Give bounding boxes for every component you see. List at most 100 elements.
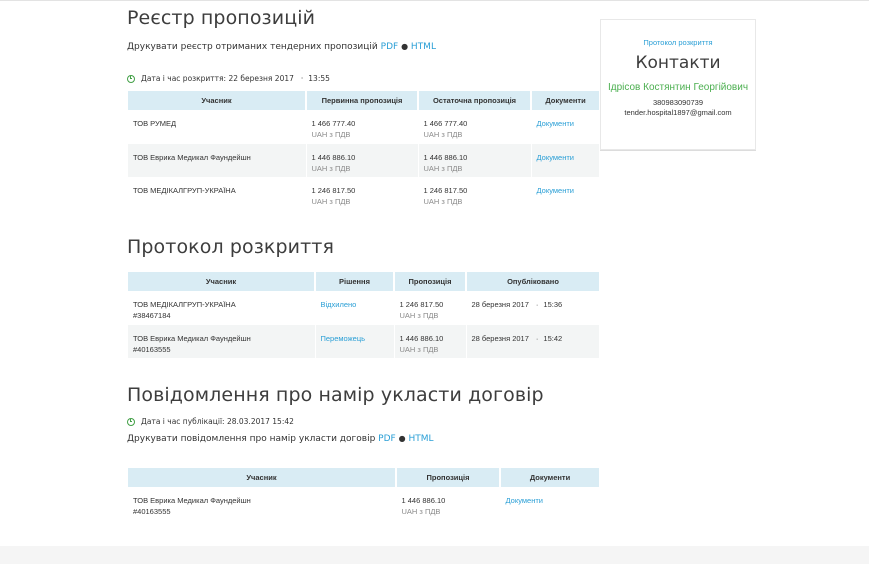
participant-cell: ТОВ Еврика Медикал Фаундейшн #40163555 xyxy=(128,325,316,358)
offer-amount: 1 446 886.10 xyxy=(399,334,444,343)
participant-id: #40163555 xyxy=(133,507,171,516)
column-header: Первинна пропозиція xyxy=(306,91,419,110)
table-header-row: Учасник Рішення Пропозиція Опубліковано xyxy=(128,272,599,291)
table-row: ТОВ РУМЕД 1 466 777.40 UAH з ПДВ 1 466 77… xyxy=(128,110,599,144)
table-header-row: Учасник Первинна пропозиція Остаточна пр… xyxy=(128,91,599,110)
decision-link[interactable]: Переможець xyxy=(321,334,366,343)
initial-amount: 1 446 886.10 xyxy=(311,153,356,162)
clock-icon xyxy=(127,417,135,426)
registry-html-link[interactable]: HTML xyxy=(411,42,436,52)
table-row: ТОВ Еврика Медикал Фаундейшн #40163555 1 … xyxy=(128,487,599,521)
column-header: Пропозиція xyxy=(394,272,467,291)
offer-amount: 1 446 886.10 xyxy=(401,496,446,505)
decision-cell: Переможець xyxy=(315,325,395,358)
column-header: Учасник xyxy=(128,272,316,291)
participant-cell: ТОВ МЕДІКАЛГРУП-УКРАЇНА xyxy=(128,177,307,210)
clock-icon xyxy=(127,74,135,83)
published-sep: · xyxy=(535,300,539,309)
registry-table: Учасник Первинна пропозиція Остаточна пр… xyxy=(128,91,599,210)
table-row: ТОВ МЕДІКАЛГРУП-УКРАЇНА #38467184 Відхиле… xyxy=(128,291,599,325)
documents-cell: Документи xyxy=(531,144,599,177)
column-header: Опубліковано xyxy=(466,272,599,291)
participant-cell: ТОВ МЕДІКАЛГРУП-УКРАЇНА #38467184 xyxy=(128,291,316,325)
initial-amount: 1 466 777.40 xyxy=(311,119,356,128)
registry-print-text: Друкувати реєстр отриманих тендерних про… xyxy=(127,42,378,52)
published-sep: · xyxy=(535,334,539,343)
final-amount: 1 446 886.10 xyxy=(423,153,468,162)
participant-name: ТОВ МЕДІКАЛГРУП-УКРАЇНА xyxy=(133,300,236,309)
notice-title: Повідомлення про намір укласти договір xyxy=(127,384,544,406)
contacts-title: Контакти xyxy=(635,53,721,73)
table-row: ТОВ МЕДІКАЛГРУП-УКРАЇНА 1 246 817.50 UAH … xyxy=(128,177,599,210)
final-offer-cell: 1 446 886.10 UAH з ПДВ xyxy=(418,144,532,177)
top-divider xyxy=(0,0,869,1)
currency-note: UAH з ПДВ xyxy=(399,311,439,320)
documents-link[interactable]: Документи xyxy=(537,119,574,128)
protocol-title: Протокол розкриття xyxy=(127,236,334,258)
participant-name: ТОВ Еврика Медикал Фаундейшн xyxy=(133,496,251,505)
registry-date-sep: · xyxy=(300,74,304,83)
offer-cell: 1 246 817.50 UAH з ПДВ xyxy=(394,291,467,325)
participant-name: ТОВ Еврика Медикал Фаундейшн xyxy=(133,334,251,343)
notice-table: Учасник Пропозиція Документи ТОВ Еврика … xyxy=(128,468,599,521)
notice-dot: ● xyxy=(398,434,406,443)
footer xyxy=(0,546,869,564)
participant-id: #40163555 xyxy=(133,345,171,354)
column-header: Учасник xyxy=(128,91,307,110)
registry-dot: ● xyxy=(401,42,409,51)
currency-note: UAH з ПДВ xyxy=(423,164,463,173)
notice-pdf-link[interactable]: PDF xyxy=(378,434,396,444)
protocol-table: Учасник Рішення Пропозиція Опубліковано … xyxy=(128,272,599,358)
registry-title: Реєстр пропозицій xyxy=(127,7,316,29)
published-time: 15:36 xyxy=(543,300,563,309)
published-cell: 28 березня 2017 · 15:42 xyxy=(466,325,599,358)
protocol-link[interactable]: Протокол розкриття xyxy=(601,38,755,47)
documents-cell: Документи xyxy=(531,177,599,210)
documents-link[interactable]: Документи xyxy=(537,153,574,162)
table-row: ТОВ Еврика Медикал Фаундейшн 1 446 886.1… xyxy=(128,144,599,177)
notice-html-link[interactable]: HTML xyxy=(408,434,433,444)
decision-cell: Відхилено xyxy=(315,291,395,325)
documents-cell: Документи xyxy=(500,487,599,521)
currency-note: UAH з ПДВ xyxy=(311,197,351,206)
participant-cell: ТОВ Еврика Медикал Фаундейшн xyxy=(128,144,307,177)
registry-date: Дата і час розкриття: 22 березня 2017 xyxy=(141,74,294,83)
participant-cell: ТОВ Еврика Медикал Фаундейшн #40163555 xyxy=(128,487,397,521)
documents-link[interactable]: Документи xyxy=(537,186,574,195)
final-amount: 1 246 817.50 xyxy=(423,186,468,195)
decision-link[interactable]: Відхилено xyxy=(321,300,357,309)
contacts-panel: Протокол розкриття Контакти Ідрісов Кост… xyxy=(600,19,756,150)
contact-email: tender.hospital1897@gmail.com xyxy=(624,108,732,117)
final-offer-cell: 1 466 777.40 UAH з ПДВ xyxy=(418,110,532,144)
registry-time: 13:55 xyxy=(308,74,330,83)
currency-note: UAH з ПДВ xyxy=(401,507,441,516)
column-header: Остаточна пропозиція xyxy=(418,91,532,110)
published-cell: 28 березня 2017 · 15:36 xyxy=(466,291,599,325)
final-offer-cell: 1 246 817.50 UAH з ПДВ xyxy=(418,177,532,210)
notice-date: Дата і час публікації: 28.03.2017 15:42 xyxy=(141,417,294,426)
column-header: Рішення xyxy=(315,272,395,291)
notice-print-line: Друкувати повідомлення про намір укласти… xyxy=(127,434,434,444)
documents-link[interactable]: Документи xyxy=(506,496,543,505)
currency-note: UAH з ПДВ xyxy=(423,197,463,206)
registry-pdf-link[interactable]: PDF xyxy=(381,42,399,52)
table-header-row: Учасник Пропозиція Документи xyxy=(128,468,599,487)
registry-print-line: Друкувати реєстр отриманих тендерних про… xyxy=(127,42,436,52)
column-header: Учасник xyxy=(128,468,397,487)
offer-cell: 1 446 886.10 UAH з ПДВ xyxy=(396,487,501,521)
contact-phone: 380983090739 xyxy=(652,98,704,107)
column-header: Пропозиція xyxy=(396,468,501,487)
published-time: 15:42 xyxy=(543,334,563,343)
offer-amount: 1 246 817.50 xyxy=(399,300,444,309)
column-header: Документи xyxy=(500,468,599,487)
initial-amount: 1 246 817.50 xyxy=(311,186,356,195)
participant-cell: ТОВ РУМЕД xyxy=(128,110,307,144)
published-date: 28 березня 2017 xyxy=(471,334,529,343)
table-row: ТОВ Еврика Медикал Фаундейшн #40163555 Пе… xyxy=(128,325,599,358)
documents-cell: Документи xyxy=(531,110,599,144)
participant-id: #38467184 xyxy=(133,311,171,320)
notice-print-text: Друкувати повідомлення про намір укласти… xyxy=(127,434,376,444)
initial-offer-cell: 1 466 777.40 UAH з ПДВ xyxy=(306,110,419,144)
initial-offer-cell: 1 446 886.10 UAH з ПДВ xyxy=(306,144,419,177)
initial-offer-cell: 1 246 817.50 UAH з ПДВ xyxy=(306,177,419,210)
